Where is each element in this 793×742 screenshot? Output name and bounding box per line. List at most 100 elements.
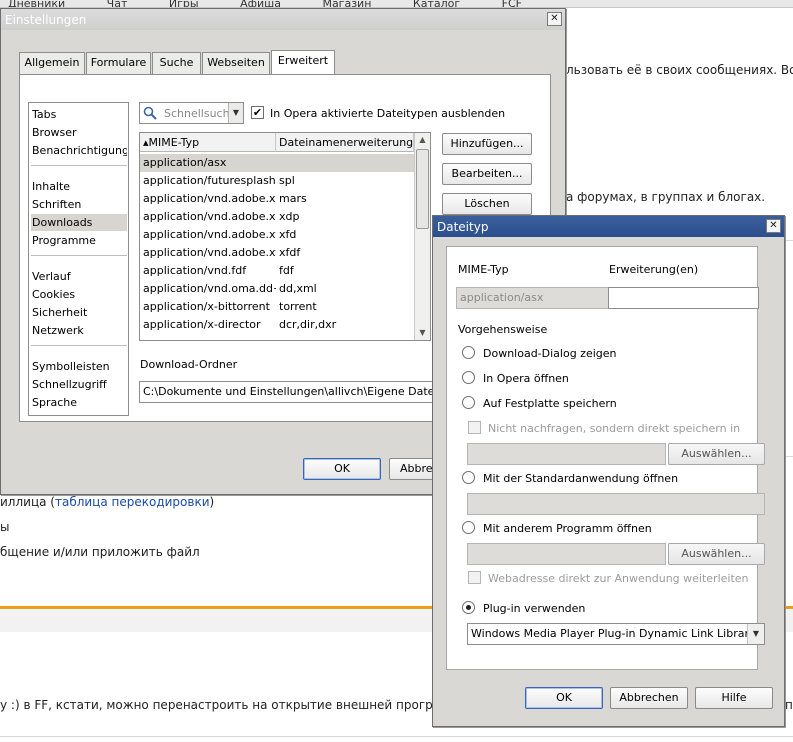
category-item[interactable]: Symbolleisten	[31, 358, 127, 375]
extensions-field[interactable]	[608, 287, 759, 309]
table-row[interactable]: application/vnd.adobe.xd… xdp	[140, 208, 414, 226]
scroll-up-icon[interactable]: ▲	[415, 133, 430, 147]
table-row-selected[interactable]: application/asx	[140, 154, 414, 172]
table-row[interactable]: application/x-bittorrent torrent	[140, 298, 414, 316]
table-row[interactable]: application/vnd.oma.dd+… dd,xml	[140, 280, 414, 298]
category-item[interactable]: Schriften	[31, 196, 127, 213]
column-header-mime[interactable]: ▴MIME-Typ	[140, 133, 276, 152]
browse-save-path-button[interactable]: Auswählen...	[668, 443, 765, 465]
edit-button[interactable]: Bearbeiten...	[442, 163, 532, 185]
cancel-button[interactable]: Abbred	[389, 458, 435, 480]
table-row[interactable]: application/vnd.adobe.xf… xfd	[140, 226, 414, 244]
mime-cell: application/vnd.oma.dd+…	[143, 282, 276, 295]
bg-nav-item[interactable]: Каталог	[405, 0, 460, 7]
category-item[interactable]: Netzwerk	[31, 322, 127, 339]
extensions-label: Erweiterung(en)	[609, 263, 699, 276]
radio-download-dialog[interactable]	[462, 346, 475, 359]
tab-webseiten[interactable]: Webseiten	[202, 52, 270, 74]
scrollbar-thumb[interactable]	[416, 149, 429, 229]
table-row[interactable]: application/vnd.adobe.x-… mars	[140, 190, 414, 208]
dateityp-dialog: Dateityp ✕ MIME-Typ Erweiterung(en) appl…	[432, 215, 785, 727]
pass-url-checkbox[interactable]	[468, 571, 481, 584]
table-header: ▴MIME-Typ Dateinamenerweiterung(…	[140, 133, 414, 152]
no-ask-checkbox[interactable]	[468, 421, 481, 434]
default-application-field	[467, 493, 765, 515]
category-item[interactable]: Tabs	[31, 106, 127, 123]
bg-nav-item[interactable]: Афиша	[232, 0, 281, 7]
option-label: Plug-in verwenden	[483, 602, 586, 615]
bg-divider	[0, 736, 793, 737]
dateityp-close-icon[interactable]: ✕	[766, 219, 781, 233]
radio-open-in-opera[interactable]	[462, 371, 475, 384]
tab-suche[interactable]: Suche	[152, 52, 201, 74]
column-header-extension[interactable]: Dateinamenerweiterung(…	[276, 133, 414, 152]
chevron-down-icon[interactable]: ▼	[228, 103, 243, 123]
extension-cell: spl	[279, 174, 295, 187]
category-item[interactable]: Benachrichtigungen	[31, 142, 127, 159]
ok-button[interactable]: OK	[525, 687, 603, 709]
quicksearch-placeholder: Schnellsuche	[164, 107, 237, 120]
extension-cell: xfdf	[279, 246, 301, 259]
save-path-field	[467, 443, 666, 465]
download-folder-field[interactable]: C:\Dokumente und Einstellungen\allivch\E…	[139, 381, 434, 403]
category-item[interactable]: Cookies	[31, 286, 127, 303]
plugin-select[interactable]: Windows Media Player Plug-in Dynamic Lin…	[467, 623, 765, 645]
extension-cell: fdf	[279, 264, 294, 277]
mime-cell: application/vnd.fdf	[143, 264, 247, 277]
radio-save-to-disk[interactable]	[462, 396, 475, 409]
category-item[interactable]: Sprache	[31, 394, 127, 411]
settings-title-bar[interactable]: Einstellungen ✕	[1, 9, 565, 30]
scroll-down-icon[interactable]: ▼	[415, 326, 430, 340]
bg-text-line: бщение и/или приложить файл	[0, 545, 200, 559]
tab-formulare[interactable]: Formulare	[86, 52, 151, 74]
table-row[interactable]: application/x-director dcr,dir,dxr	[140, 316, 414, 334]
radio-use-plugin[interactable]	[462, 601, 475, 614]
bg-text-line: а форумах, в группах и блогах.	[566, 190, 766, 204]
table-row[interactable]: application/vnd.adobe.xfdf xfdf	[140, 244, 414, 262]
mime-cell: application/x-bittorrent	[143, 300, 270, 313]
category-item[interactable]: Browser	[31, 124, 127, 141]
cancel-button[interactable]: Abbrechen	[610, 687, 688, 709]
category-item[interactable]: Programme	[31, 232, 127, 249]
radio-default-application[interactable]	[462, 471, 475, 484]
radio-other-program[interactable]	[462, 521, 475, 534]
extension-cell	[276, 154, 414, 172]
bg-nav-item[interactable]: Чат	[99, 0, 128, 7]
ok-button[interactable]: OK	[303, 458, 381, 480]
mime-type-label: MIME-Typ	[458, 263, 509, 276]
category-item-selected[interactable]: Downloads	[31, 214, 127, 231]
quicksearch-field[interactable]: Schnellsuche ▼	[139, 102, 244, 124]
add-button[interactable]: Hinzufügen...	[442, 133, 532, 155]
category-item[interactable]: Sicherheit	[31, 304, 127, 321]
bg-text-line: ы	[0, 520, 10, 534]
category-item[interactable]: Schnellzugriff	[31, 376, 127, 393]
help-button[interactable]: Hilfe	[695, 687, 773, 709]
bg-nav-item[interactable]: Игры	[161, 0, 199, 7]
extension-cell: torrent	[279, 300, 317, 313]
bg-nav-item[interactable]: Магазин	[314, 0, 371, 7]
table-row[interactable]: application/vnd.fdf fdf	[140, 262, 414, 280]
tab-allgemein[interactable]: Allgemein	[19, 52, 85, 74]
category-item[interactable]: Verlauf	[31, 268, 127, 285]
hide-opera-types-label: In Opera aktivierte Dateitypen ausblende…	[270, 107, 506, 120]
tab-erweitert[interactable]: Erweitert	[271, 50, 335, 75]
hide-opera-types-checkbox[interactable]: ✔	[251, 106, 264, 119]
mime-type-field: application/asx	[456, 287, 609, 309]
bg-nav-item[interactable]: Дневники	[0, 0, 65, 7]
bg-link[interactable]: таблица перекодировки	[55, 495, 210, 509]
browse-program-button[interactable]: Auswählen...	[668, 543, 765, 565]
chevron-down-icon[interactable]: ▼	[747, 624, 764, 644]
mime-cell: application/vnd.adobe.x-…	[143, 192, 276, 205]
bg-text: )	[209, 495, 215, 509]
category-item[interactable]: Inhalte	[31, 178, 127, 195]
extension-cell: xdp	[279, 210, 300, 223]
table-scrollbar[interactable]: ▲ ▼	[414, 133, 430, 340]
bg-text-line: иллица (таблица перекодировки)	[0, 495, 214, 509]
mime-cell: application/vnd.adobe.xd…	[143, 210, 276, 223]
bg-nav-item[interactable]: FCF	[494, 0, 522, 7]
table-row[interactable]: application/futuresplash spl	[140, 172, 414, 190]
settings-close-icon[interactable]: ✕	[547, 12, 562, 26]
no-ask-label: Nicht nachfragen, sondern direkt speiche…	[488, 422, 741, 435]
dateityp-title-bar[interactable]: Dateityp ✕	[433, 216, 784, 237]
delete-button[interactable]: Löschen	[442, 193, 532, 215]
